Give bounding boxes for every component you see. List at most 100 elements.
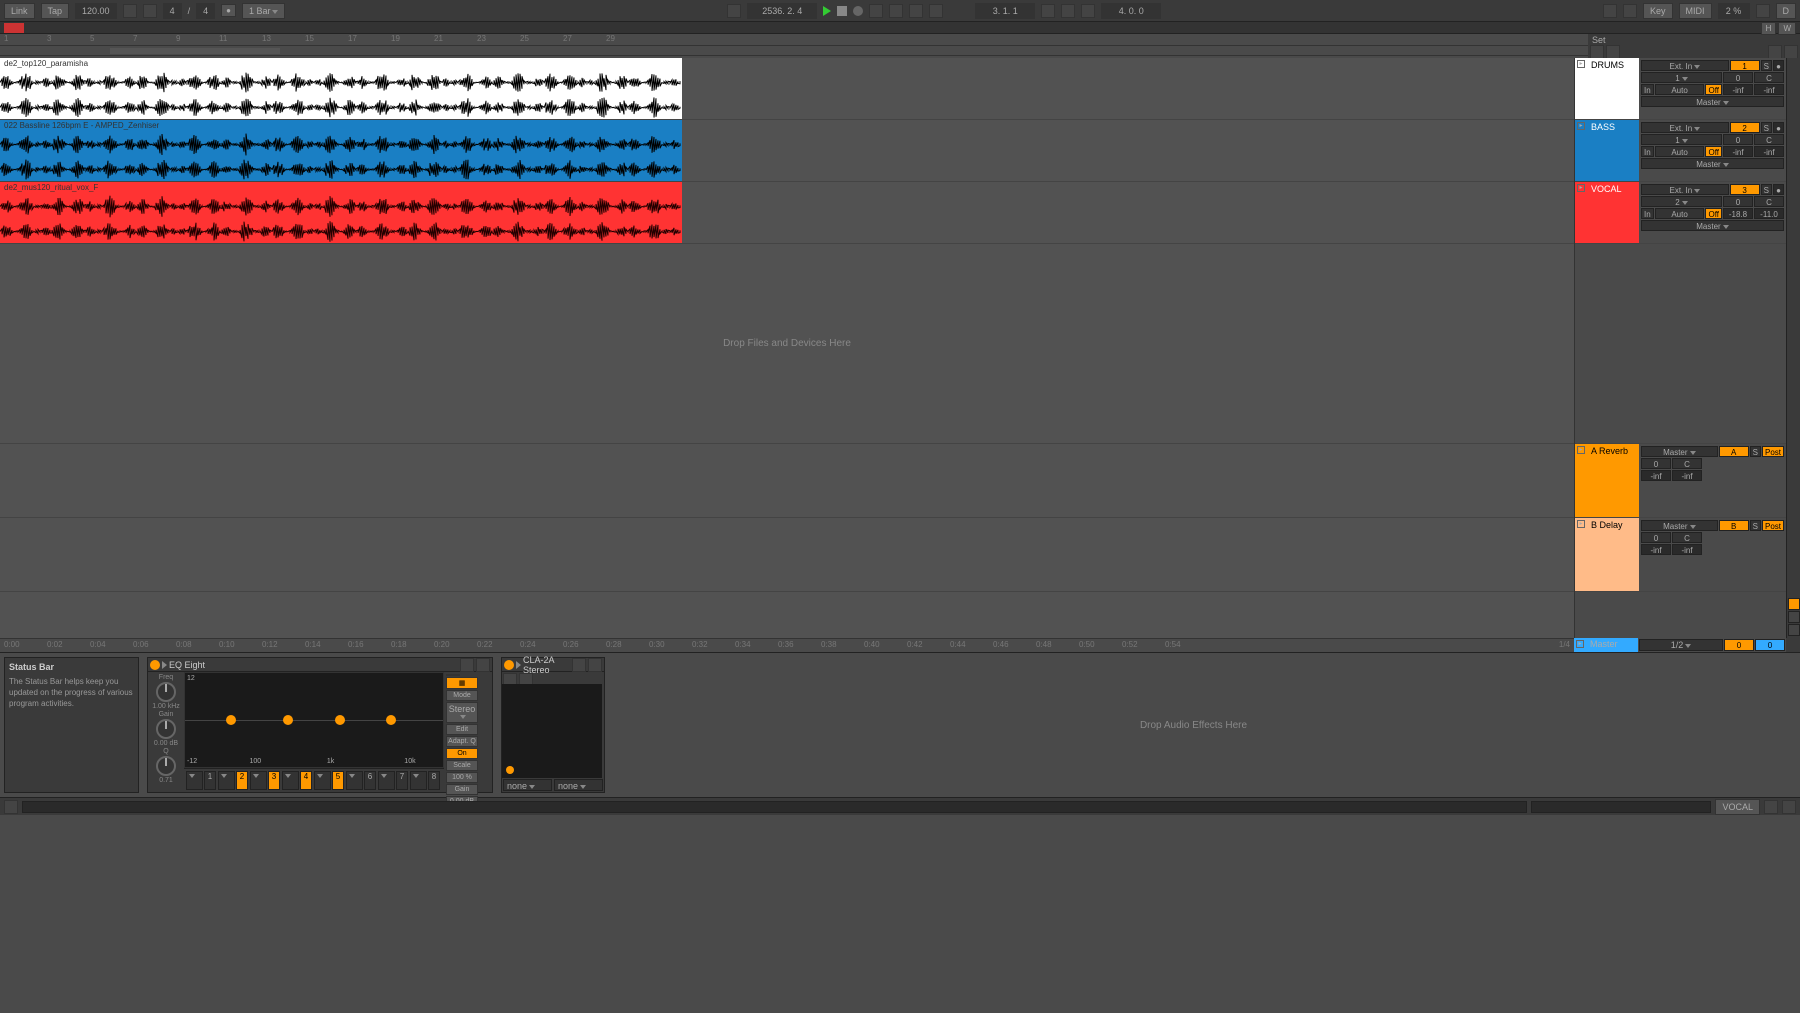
- eq-band-cell[interactable]: 5: [314, 771, 344, 790]
- track-header[interactable]: ▸VOCALExt. In3S●20CInAutoOff-18.8-11.0Ma…: [1575, 182, 1786, 244]
- track-row[interactable]: 022 Bassline 126bpm E - AMPED_Zenhiser: [0, 120, 1574, 182]
- audio-clip[interactable]: de2_top120_paramisha: [0, 58, 682, 119]
- device-fold-icon[interactable]: [162, 661, 167, 669]
- add-track-icon[interactable]: [1590, 45, 1604, 59]
- record-button[interactable]: [853, 6, 863, 16]
- input-channel[interactable]: 2: [1641, 196, 1722, 207]
- fold-icon[interactable]: ▸: [1577, 60, 1585, 68]
- output-routing[interactable]: Master: [1641, 96, 1784, 107]
- eq-band-point[interactable]: [386, 715, 396, 725]
- send-knob[interactable]: 0: [1723, 134, 1753, 145]
- key-map-button[interactable]: Key: [1643, 3, 1673, 19]
- hotswap-icon[interactable]: [460, 658, 474, 672]
- arm-button[interactable]: ●: [1773, 60, 1784, 71]
- band-shape[interactable]: [346, 771, 363, 790]
- solo-button[interactable]: S: [1761, 184, 1772, 195]
- fold-icon[interactable]: ▸: [1577, 520, 1585, 528]
- return-name[interactable]: ▸B Delay: [1575, 518, 1639, 591]
- return-track-header[interactable]: ▸B DelayMasterBSPost0C-inf-inf: [1575, 518, 1786, 592]
- return-track-row[interactable]: [0, 444, 1574, 518]
- band-toggle[interactable]: 2: [236, 771, 248, 790]
- track-name[interactable]: ▸BASS: [1575, 120, 1639, 181]
- track-name[interactable]: ▸VOCAL: [1575, 182, 1639, 243]
- track-name[interactable]: ▸DRUMS: [1575, 58, 1639, 119]
- tap-button[interactable]: Tap: [41, 3, 70, 19]
- nudge-down-icon[interactable]: [123, 4, 137, 18]
- bar-ruler[interactable]: 1357911131517192123252729: [0, 34, 1588, 46]
- freq-knob[interactable]: [156, 682, 176, 702]
- pan-knob[interactable]: C: [1754, 72, 1784, 83]
- band-toggle[interactable]: 3: [268, 771, 280, 790]
- band-shape[interactable]: [314, 771, 331, 790]
- loop-length[interactable]: 4. 0. 0: [1101, 3, 1161, 19]
- return-track-header[interactable]: ▸A ReverbMasterASPost0C-inf-inf: [1575, 444, 1786, 518]
- solo-button[interactable]: S: [1750, 520, 1761, 531]
- arm-button[interactable]: ●: [1773, 184, 1784, 195]
- band-shape[interactable]: [410, 771, 427, 790]
- stop-button[interactable]: [837, 6, 847, 16]
- cla-config-area[interactable]: [502, 684, 602, 778]
- send-val[interactable]: 0: [1641, 532, 1671, 543]
- band-toggle[interactable]: 8: [428, 771, 440, 790]
- monitor-auto[interactable]: Auto: [1655, 208, 1705, 219]
- send-knob[interactable]: 0: [1723, 72, 1753, 83]
- punch-in-icon[interactable]: [1041, 4, 1055, 18]
- view-w-button[interactable]: W: [1778, 22, 1796, 35]
- midi-map-button[interactable]: MIDI: [1679, 3, 1712, 19]
- return-output[interactable]: Master: [1641, 446, 1718, 457]
- master-output[interactable]: 1/2: [1639, 639, 1723, 651]
- eq-curve-display[interactable]: 12 -12 100 1k 10k: [184, 672, 444, 768]
- device-activator-icon[interactable]: [504, 660, 514, 670]
- return-letter[interactable]: A: [1719, 446, 1749, 457]
- arm-button[interactable]: ●: [1773, 122, 1784, 133]
- play-button[interactable]: [823, 6, 831, 16]
- audio-clip[interactable]: 022 Bassline 126bpm E - AMPED_Zenhiser: [0, 120, 682, 181]
- return-name[interactable]: ▸A Reverb: [1575, 444, 1639, 517]
- loop-icon[interactable]: [929, 4, 943, 18]
- eq-band-cell[interactable]: 6: [346, 771, 376, 790]
- eq-band-cell[interactable]: 3: [250, 771, 280, 790]
- track-row[interactable]: de2_top120_paramisha: [0, 58, 1574, 120]
- loop-switch-icon[interactable]: [1061, 4, 1075, 18]
- track-number[interactable]: 3: [1730, 184, 1760, 195]
- post-button[interactable]: Post: [1762, 446, 1784, 457]
- eq-header[interactable]: EQ Eight: [148, 658, 492, 672]
- track-row[interactable]: de2_mus120_ritual_vox_F: [0, 182, 1574, 244]
- cla-param-2[interactable]: none: [554, 779, 603, 791]
- band-shape[interactable]: [250, 771, 267, 790]
- drop-audio-effects[interactable]: Drop Audio Effects Here: [613, 657, 1774, 793]
- fold-icon[interactable]: ▸: [1577, 446, 1585, 454]
- back-icon[interactable]: [1606, 45, 1620, 59]
- monitor-in[interactable]: In: [1641, 208, 1654, 219]
- loop-marker[interactable]: [110, 48, 280, 54]
- fold-icon[interactable]: ▸: [1577, 122, 1585, 130]
- post-button[interactable]: Post: [1762, 520, 1784, 531]
- reenable-icon[interactable]: [909, 4, 923, 18]
- cla-header[interactable]: CLA-2A Stereo: [502, 658, 604, 672]
- sig-denominator[interactable]: 4: [196, 3, 215, 19]
- crossfader[interactable]: [1531, 801, 1711, 813]
- solo-button[interactable]: S: [1750, 446, 1761, 457]
- io-icon[interactable]: [1768, 45, 1782, 59]
- send-val[interactable]: 0: [1641, 458, 1671, 469]
- master-track-name[interactable]: ▸ Master: [1574, 638, 1638, 652]
- output-routing[interactable]: Master: [1641, 220, 1784, 231]
- pencil-icon[interactable]: [1603, 4, 1617, 18]
- cla-param-1[interactable]: none: [503, 779, 552, 791]
- loop-brace-lane[interactable]: [0, 46, 1588, 56]
- scale-value[interactable]: 100 %: [446, 772, 478, 783]
- band-toggle[interactable]: 7: [396, 771, 408, 790]
- audition-icon[interactable]: ▦: [446, 677, 478, 689]
- input-type[interactable]: Ext. In: [1641, 184, 1729, 195]
- monitor-auto[interactable]: Auto: [1655, 84, 1705, 95]
- eq-band-point[interactable]: [283, 715, 293, 725]
- band-toggle[interactable]: 1: [204, 771, 216, 790]
- track-number[interactable]: 2: [1730, 122, 1760, 133]
- lock-icon[interactable]: [1784, 45, 1798, 59]
- send-knob[interactable]: 0: [1723, 196, 1753, 207]
- device-view-icon[interactable]: [1788, 611, 1800, 623]
- metronome-dot[interactable]: ●: [221, 4, 236, 17]
- monitor-auto[interactable]: Auto: [1655, 146, 1705, 157]
- tempo-field[interactable]: 120.00: [75, 3, 117, 19]
- output-routing[interactable]: Master: [1641, 158, 1784, 169]
